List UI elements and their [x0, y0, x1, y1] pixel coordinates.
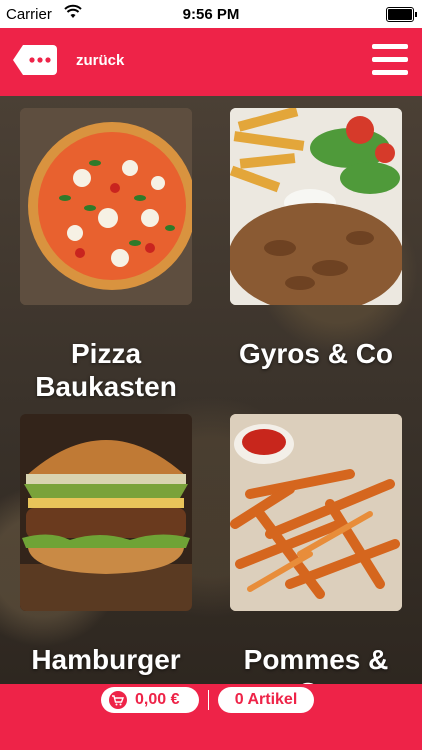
cart-items-button[interactable]: 0 Artikel — [218, 687, 314, 713]
back-button[interactable] — [13, 43, 57, 77]
battery-icon — [386, 7, 417, 22]
category-label: Pizza Baukasten — [35, 338, 177, 402]
category-tile-hamburger[interactable]: Hamburger — [20, 414, 192, 676]
gyros-image — [230, 108, 402, 305]
cart-total-value: 0,00 € — [135, 691, 180, 708]
status-bar: Carrier 9:56 PM — [0, 0, 422, 28]
cart-icon — [107, 691, 129, 709]
category-tile-pommes[interactable]: Pommes & Co — [230, 414, 402, 684]
hamburger-menu-icon[interactable] — [372, 44, 408, 76]
category-tile-pizza[interactable]: Pizza Baukasten — [20, 108, 192, 403]
clock: 9:56 PM — [182, 6, 240, 23]
category-grid: Pizza Baukasten Gyros & Co Hamburger Pom… — [0, 96, 422, 684]
nav-header: zurück — [0, 28, 422, 96]
cart-total-button[interactable]: 0,00 € — [101, 687, 199, 713]
footer-divider — [208, 690, 209, 710]
category-label: Gyros & Co — [238, 338, 394, 369]
chat-back-icon — [13, 43, 57, 77]
category-label: Pommes & Co — [243, 644, 389, 684]
cart-footer: 0,00 € 0 Artikel — [0, 684, 422, 750]
category-tile-gyros[interactable]: Gyros & Co — [230, 108, 402, 370]
back-label[interactable]: zurück — [76, 52, 124, 69]
hamburger-image — [20, 414, 192, 611]
cart-items-count: 0 Artikel — [234, 691, 298, 708]
pizza-image — [20, 108, 192, 305]
category-label: Hamburger — [31, 644, 181, 675]
fries-image — [230, 414, 402, 611]
